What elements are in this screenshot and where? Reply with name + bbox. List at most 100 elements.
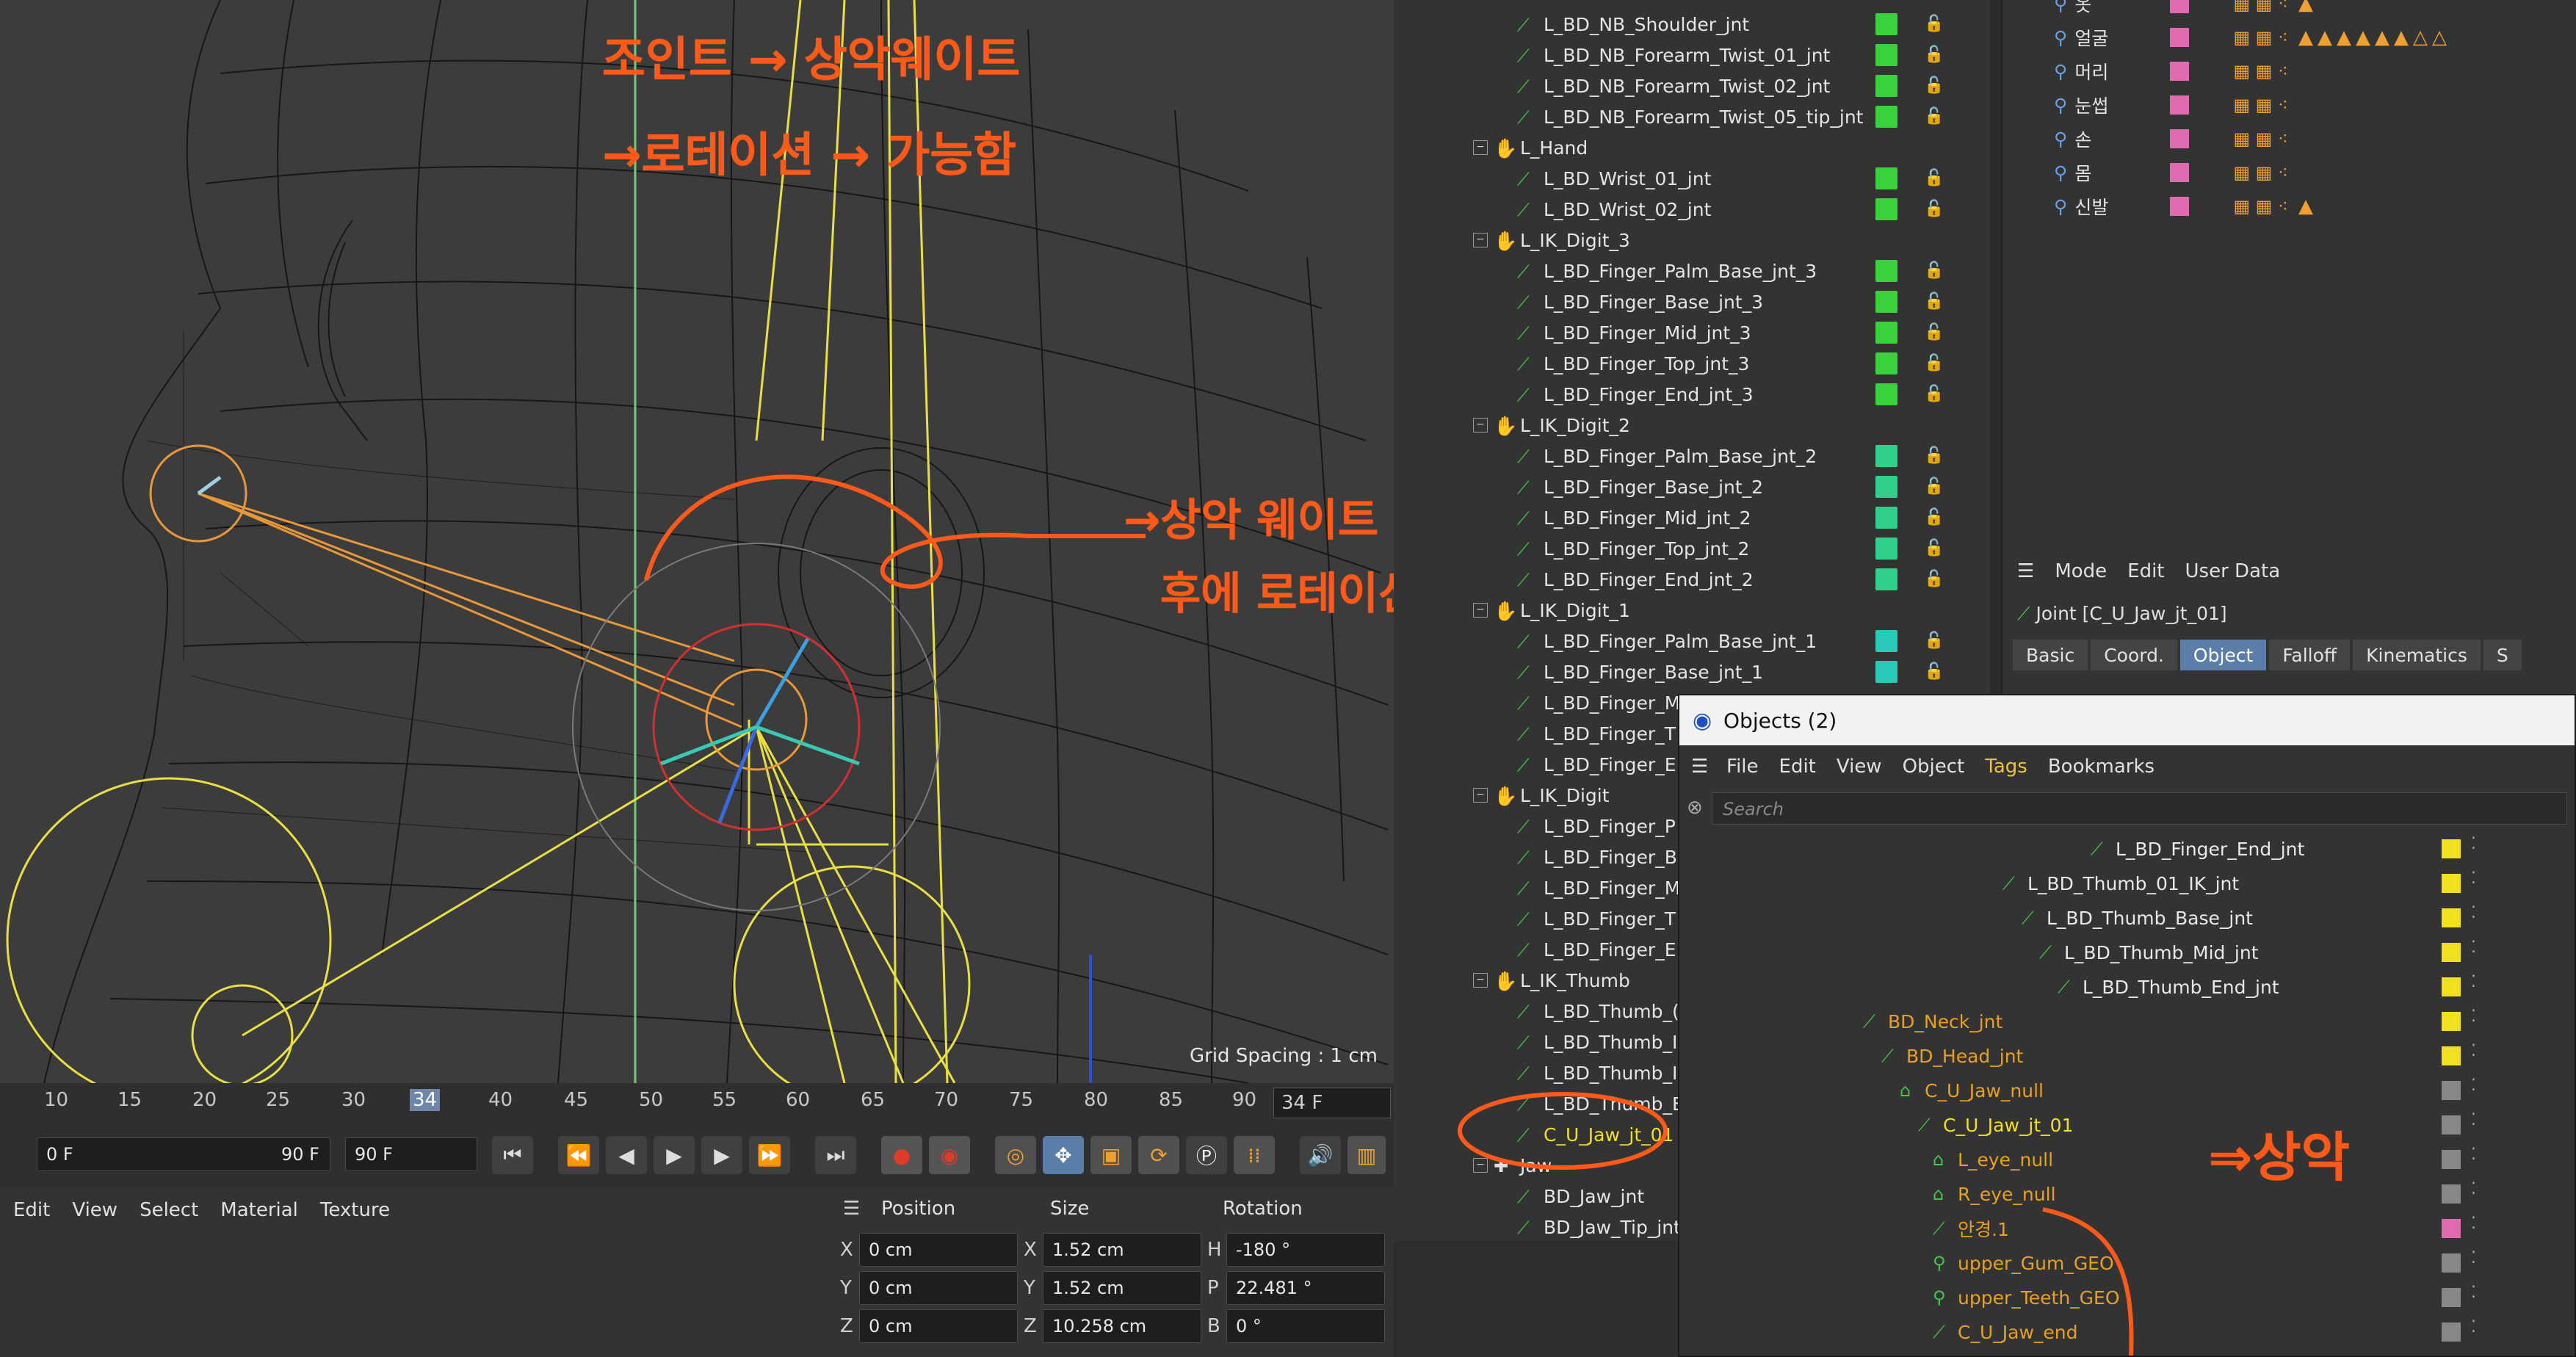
lock-icon[interactable]: 🔓 bbox=[1924, 662, 1944, 681]
layer-color-swatch[interactable] bbox=[1875, 352, 1897, 374]
visibility-dots-icon[interactable]: ⁚ bbox=[2471, 904, 2476, 922]
visibility-dots-icon[interactable]: ⁚ bbox=[2471, 1249, 2476, 1267]
expand-toggle-icon[interactable]: − bbox=[1473, 788, 1488, 803]
layer-color-swatch[interactable] bbox=[1875, 260, 1897, 282]
visibility-dots-icon[interactable]: ⁚ bbox=[2471, 1215, 2476, 1233]
layer-color-swatch[interactable] bbox=[2170, 197, 2190, 216]
visibility-dots-icon[interactable]: ⁚ bbox=[2471, 1042, 2476, 1060]
object-row[interactable]: ⌂ C_U_Jaw_null ⁚ bbox=[1679, 1074, 2575, 1107]
rotation-key-icon[interactable]: ⟳ bbox=[1138, 1136, 1179, 1174]
prev-frame-button[interactable]: ◀ bbox=[606, 1136, 647, 1174]
expand-toggle-icon[interactable]: − bbox=[1473, 140, 1488, 155]
layer-color-swatch[interactable] bbox=[1875, 44, 1897, 66]
layer-color-swatch[interactable] bbox=[2442, 1322, 2461, 1342]
layer-color-swatch[interactable] bbox=[2170, 62, 2190, 81]
menu-material[interactable]: Material bbox=[220, 1199, 298, 1221]
3d-viewport[interactable]: Grid Spacing : 1 cm 조인트 → 상악웨이트 →로테이션 → … bbox=[0, 0, 1394, 1083]
preview-range-slider[interactable]: 0 F 90 F bbox=[37, 1137, 330, 1171]
lock-icon[interactable]: 🔓 bbox=[1924, 446, 1944, 465]
layer-color-swatch[interactable] bbox=[1875, 322, 1897, 344]
next-key-button[interactable]: ⏩ bbox=[749, 1136, 790, 1174]
rotation-p-field[interactable]: 22.481 ° bbox=[1226, 1271, 1385, 1305]
layer-color-swatch[interactable] bbox=[1875, 538, 1897, 560]
lock-icon[interactable]: 🔓 bbox=[1924, 385, 1944, 403]
lock-icon[interactable]: 🔓 bbox=[1924, 107, 1944, 126]
tree-group-row[interactable]: − ✋ L_IK_Digit_1 bbox=[1394, 595, 1990, 626]
size-z-field[interactable]: 10.258 cm bbox=[1043, 1309, 1201, 1343]
layer-color-swatch[interactable] bbox=[1875, 291, 1897, 313]
visibility-dots-icon[interactable]: ⁚ bbox=[2471, 938, 2476, 957]
position-y-field[interactable]: 0 cm bbox=[859, 1271, 1018, 1305]
object-row[interactable]: ⟋ L_BD_Finger_End_jnt ⁚ bbox=[1679, 832, 2575, 866]
tree-row[interactable]: ⟋ L_BD_Finger_Base_jnt_1 🔓 bbox=[1394, 656, 1990, 687]
layer-color-swatch[interactable] bbox=[1875, 507, 1897, 529]
menu-select[interactable]: Select bbox=[140, 1199, 198, 1221]
tree-group-row[interactable]: − ✋ L_IK_Digit_2 bbox=[1394, 410, 1990, 441]
lock-icon[interactable]: 🔓 bbox=[1924, 15, 1944, 33]
lock-icon[interactable]: 🔓 bbox=[1924, 539, 1944, 557]
menu-user-data[interactable]: User Data bbox=[2185, 560, 2281, 582]
visibility-dots-icon[interactable]: ⁚ bbox=[2471, 1284, 2476, 1302]
parameter-key-icon[interactable]: Ⓟ bbox=[1186, 1136, 1227, 1174]
prev-key-button[interactable]: ⏪ bbox=[558, 1136, 599, 1174]
expand-toggle-icon[interactable]: − bbox=[1473, 603, 1488, 618]
menu-edit[interactable]: Edit bbox=[13, 1199, 50, 1221]
layer-color-swatch[interactable] bbox=[2170, 129, 2190, 148]
tree-row[interactable]: ⟋ L_BD_NB_Shoulder_jnt 🔓 bbox=[1394, 9, 1990, 40]
goto-start-button[interactable]: ⏮ bbox=[492, 1136, 533, 1174]
menu-view[interactable]: View bbox=[72, 1199, 117, 1221]
menu-edit[interactable]: Edit bbox=[2127, 560, 2164, 582]
tree-row[interactable]: ⟋ L_BD_Finger_Palm_Base_jnt_3 🔓 bbox=[1394, 256, 1990, 286]
visibility-dots-icon[interactable]: ⁚ bbox=[2471, 1007, 2476, 1026]
lock-icon[interactable]: 🔓 bbox=[1924, 292, 1944, 311]
object-row[interactable]: ⚲ upper_Gum_GEO ⁚ bbox=[1679, 1246, 2575, 1280]
tree-row[interactable]: ⟋ L_BD_Finger_Top_jnt_2 🔓 bbox=[1394, 533, 1990, 564]
layer-color-swatch[interactable] bbox=[2442, 1219, 2461, 1238]
current-frame-field[interactable]: 34 F bbox=[1273, 1088, 1391, 1118]
tree-row[interactable]: ⟋ L_BD_Finger_End_jnt_3 🔓 bbox=[1394, 379, 1990, 410]
lock-icon[interactable]: 🔓 bbox=[1924, 323, 1944, 341]
lock-icon[interactable]: 🔓 bbox=[1924, 570, 1944, 588]
layer-row[interactable]: ⚲ 머리 ▦ ▦ ⁖ bbox=[2002, 54, 2576, 88]
object-row[interactable]: ⌂ R_eye_null ⁚ bbox=[1679, 1177, 2575, 1211]
layer-color-swatch[interactable] bbox=[2442, 1115, 2461, 1135]
rotation-h-field[interactable]: -180 ° bbox=[1226, 1233, 1385, 1267]
visibility-dots-icon[interactable]: ⁚ bbox=[2471, 1180, 2476, 1198]
lock-icon[interactable]: 🔓 bbox=[1924, 508, 1944, 526]
tab-s[interactable]: S bbox=[2483, 640, 2522, 670]
object-row[interactable]: ⟋ L_BD_Thumb_Base_jnt ⁚ bbox=[1679, 901, 2575, 935]
clear-search-icon[interactable]: ⊗ bbox=[1687, 797, 1703, 819]
tab-kinematics[interactable]: Kinematics bbox=[2353, 640, 2481, 670]
hamburger-icon[interactable]: ☰ bbox=[2017, 560, 2034, 582]
size-x-field[interactable]: 1.52 cm bbox=[1043, 1233, 1201, 1267]
objects-window-title[interactable]: ◉ Objects (2) bbox=[1679, 695, 2575, 745]
layer-color-swatch[interactable] bbox=[2442, 839, 2461, 858]
layer-flags-icon[interactable]: ▦ ▦ ⁖ bbox=[2233, 129, 2288, 149]
object-row[interactable]: ⟋ BD_Head_jnt ⁚ bbox=[1679, 1039, 2575, 1073]
lock-icon[interactable]: 🔓 bbox=[1924, 632, 1944, 650]
record-key-button[interactable]: ● bbox=[881, 1136, 922, 1174]
expand-toggle-icon[interactable]: − bbox=[1473, 418, 1488, 433]
layer-color-swatch[interactable] bbox=[2170, 95, 2190, 115]
object-row[interactable]: ⚲ upper_Teeth_GEO ⁚ bbox=[1679, 1281, 2575, 1314]
object-row[interactable]: ⟋ C_U_Jaw_end ⁚ bbox=[1679, 1315, 2575, 1349]
layer-color-swatch[interactable] bbox=[2442, 1253, 2461, 1273]
position-x-field[interactable]: 0 cm bbox=[859, 1233, 1018, 1267]
layer-color-swatch[interactable] bbox=[1875, 167, 1897, 189]
timeline-ruler[interactable]: 10 15 20 25 30 34 40 45 50 55 60 65 70 7… bbox=[0, 1083, 1394, 1121]
sound-icon[interactable]: 🔊 bbox=[1300, 1136, 1341, 1174]
tab-coord[interactable]: Coord. bbox=[2091, 640, 2177, 670]
timeline-playhead[interactable]: 34 bbox=[410, 1089, 441, 1111]
tree-group-row[interactable]: − ✋ L_Hand bbox=[1394, 132, 1990, 163]
tree-row[interactable]: ⟋ L_BD_Finger_Base_jnt_2 🔓 bbox=[1394, 471, 1990, 502]
layer-flags-icon[interactable]: ▦ ▦ ⁖ bbox=[2233, 0, 2288, 14]
layer-color-swatch[interactable] bbox=[2442, 1184, 2461, 1204]
layer-color-swatch[interactable] bbox=[1875, 630, 1897, 652]
tree-row[interactable]: ⟋ L_BD_Finger_Mid_jnt_3 🔓 bbox=[1394, 317, 1990, 348]
layer-color-swatch[interactable] bbox=[1875, 106, 1897, 128]
expand-toggle-icon[interactable]: − bbox=[1473, 1158, 1488, 1173]
visibility-dots-icon[interactable]: ⁚ bbox=[2471, 1146, 2476, 1164]
layer-color-swatch[interactable] bbox=[2170, 163, 2190, 182]
search-input[interactable]: Search bbox=[1712, 792, 2567, 825]
visibility-dots-icon[interactable]: ⁚ bbox=[2471, 1111, 2476, 1129]
